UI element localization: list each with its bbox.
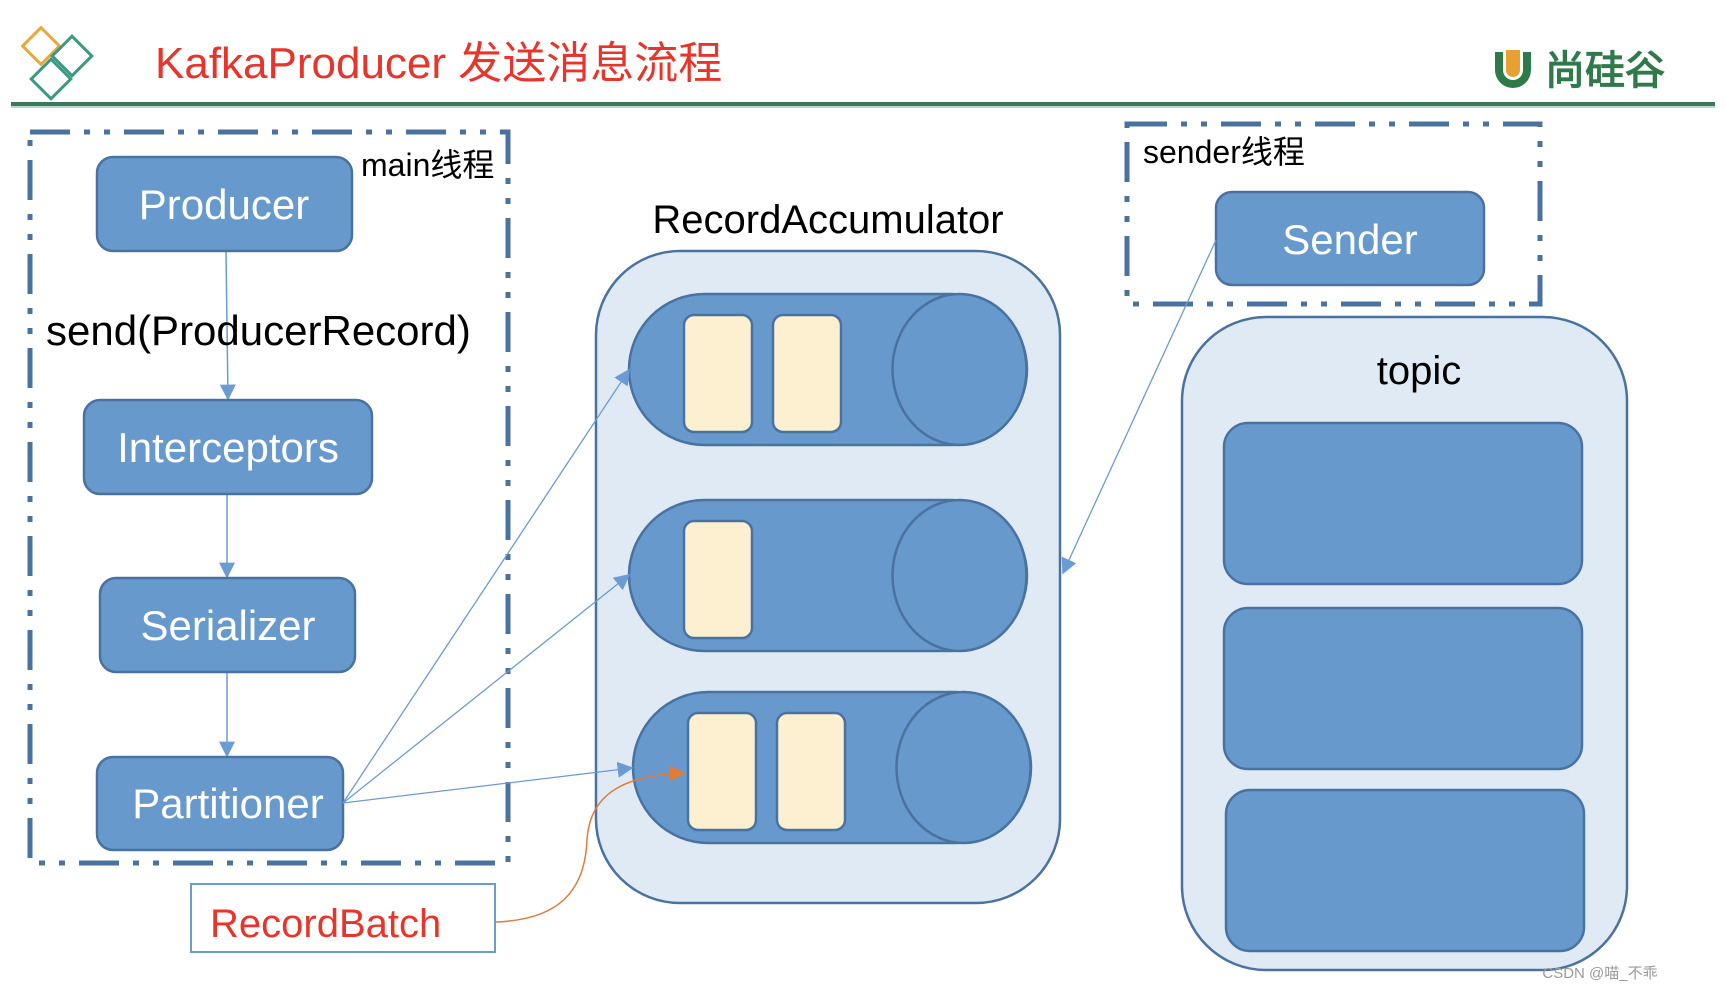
corner-logo	[20, 25, 94, 101]
record-batch	[682, 519, 754, 640]
serializer-label: Serializer	[140, 602, 315, 649]
topic-partition	[1222, 606, 1584, 771]
serializer-node[interactable]: Serializer	[98, 576, 357, 674]
brand-logo: 尚硅谷	[1495, 49, 1665, 93]
topic-partitions	[1222, 421, 1586, 953]
record-batch	[775, 711, 847, 832]
partition-queue	[627, 292, 1029, 447]
producer-node[interactable]: Producer	[95, 155, 354, 253]
send-call-label: send(ProducerRecord)	[46, 307, 471, 354]
accumulator-label: RecordAccumulator	[652, 198, 1003, 242]
topic-partition	[1224, 788, 1586, 953]
record-batch-label: RecordBatch	[210, 902, 441, 946]
brand-name: 尚硅谷	[1545, 49, 1665, 93]
record-batch	[686, 711, 758, 832]
partition-queue	[631, 690, 1033, 845]
arrow-partitioner-to-queue-2	[342, 574, 631, 804]
queue-end-cap	[891, 498, 1028, 653]
partitioner-label: Partitioner	[132, 780, 323, 827]
u-logo-icon	[1495, 50, 1531, 88]
arrow-partitioner-to-queue-3	[342, 761, 634, 804]
watermark: CSDN @喵_不乖	[1542, 965, 1657, 982]
record-batch	[682, 313, 754, 434]
diamond-logo-icon	[20, 25, 94, 101]
topic-label: topic	[1377, 349, 1462, 393]
sender-node[interactable]: Sender	[1214, 190, 1486, 287]
partitioner-node[interactable]: Partitioner	[95, 755, 345, 852]
sender-thread-label: sender线程	[1143, 134, 1305, 170]
queue-end-cap	[891, 292, 1028, 447]
partition-queue	[627, 498, 1029, 653]
page-title: KafkaProducer 发送消息流程	[155, 39, 722, 88]
record-batch	[771, 313, 843, 434]
kafka-producer-diagram: KafkaProducer 发送消息流程 尚硅谷 main线程 send(Pro…	[11, 25, 1715, 982]
producer-label: Producer	[139, 181, 309, 228]
arrow-partitioner-to-queue-1	[342, 368, 630, 804]
topic-partition	[1222, 421, 1584, 586]
sender-label: Sender	[1282, 216, 1417, 263]
accumulator-queues	[627, 292, 1033, 845]
header-divider-highlight	[11, 106, 1715, 108]
interceptors-node[interactable]: Interceptors	[82, 398, 374, 496]
header-divider	[11, 102, 1715, 106]
main-thread-label: main线程	[361, 147, 494, 183]
queue-end-cap	[895, 690, 1032, 845]
interceptors-label: Interceptors	[117, 424, 339, 471]
